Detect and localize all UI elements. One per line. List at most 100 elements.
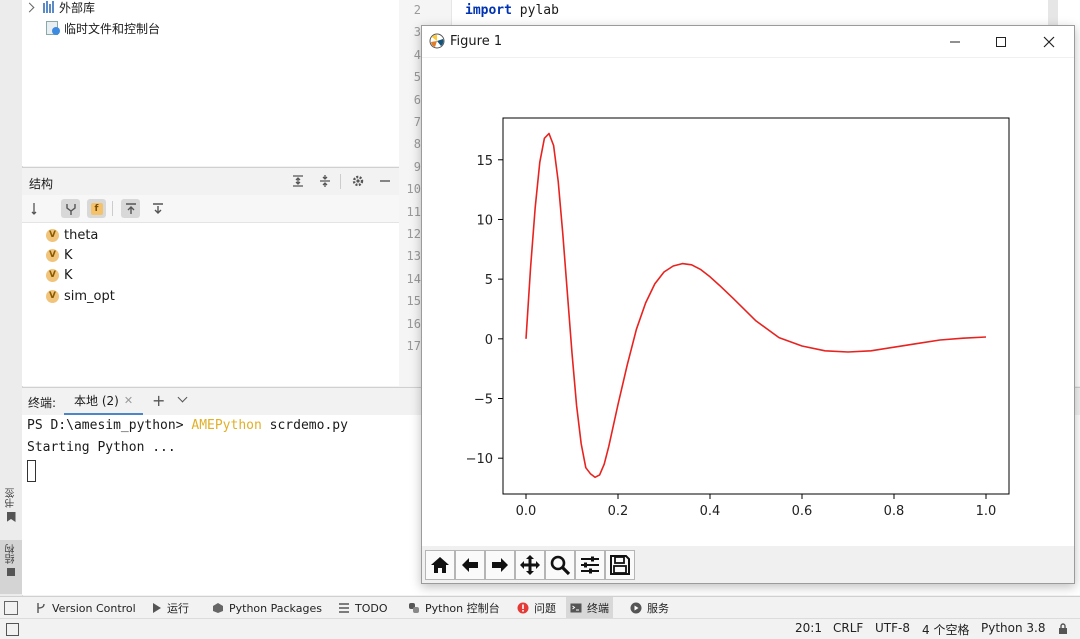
y-tick-label: 10 [476, 213, 493, 228]
structure-item-label: K [64, 267, 73, 283]
y-tick-label: 15 [476, 154, 493, 169]
structure-item-sim-opt[interactable]: V sim_opt [46, 286, 115, 306]
zoom-button[interactable] [545, 550, 575, 580]
axes-frame [502, 117, 1010, 495]
tool-window-label: Python Packages [229, 601, 322, 615]
navigation-toolbar [422, 546, 1074, 583]
toolbar-divider [112, 201, 113, 216]
pan-button[interactable] [515, 550, 545, 580]
add-tab-icon[interactable]: + [152, 391, 165, 410]
autoscroll-from-source-icon[interactable] [148, 199, 167, 218]
toggle-tool-windows-icon[interactable] [4, 601, 18, 615]
tool-window-problems[interactable]: 问题 [513, 597, 560, 619]
terminal-tab-label: 本地 (2) [74, 394, 119, 408]
chevron-down-icon[interactable] [177, 392, 188, 403]
variable-icon: V [46, 268, 59, 282]
show-inherited-icon[interactable] [61, 199, 80, 218]
line-number: 3 [413, 25, 421, 40]
terminal-output: Starting Python ... [27, 440, 176, 455]
minimize-icon[interactable] [378, 174, 392, 188]
line-number: 4 [413, 47, 421, 62]
save-icon [610, 555, 630, 575]
caret-position[interactable]: 20:1 [795, 621, 822, 635]
bookmarks-tab[interactable]: 书签 [0, 488, 22, 522]
structure-item-label: sim_opt [64, 288, 115, 304]
structure-side-tab-label: 结构 [5, 544, 17, 564]
figure-title: Figure 1 [450, 34, 503, 49]
line-number: 14 [406, 271, 421, 286]
lock-icon[interactable] [1057, 623, 1069, 635]
configure-subplots-button[interactable] [575, 550, 605, 580]
line-separator[interactable]: CRLF [833, 621, 863, 635]
arrow-left-icon [462, 558, 478, 572]
code-line[interactable]: import pylab [465, 3, 559, 18]
problems-icon [517, 602, 529, 614]
show-fields-button[interactable]: f [87, 199, 106, 218]
x-tick-label: 0.4 [700, 504, 721, 519]
home-button[interactable] [425, 550, 455, 580]
x-tick-label: 0.8 [884, 504, 905, 519]
tree-item-external-libraries[interactable]: 外部库 [24, 0, 95, 17]
x-tick-label: 0.2 [608, 504, 629, 519]
maximize-icon [996, 37, 1006, 47]
figure-titlebar[interactable]: Figure 1 [422, 26, 1074, 58]
chevron-right-icon[interactable] [24, 2, 35, 12]
terminal-tab-local[interactable]: 本地 (2) ✕ [64, 388, 144, 416]
arrow-right-icon [492, 558, 508, 572]
autoscroll-to-source-icon[interactable] [121, 199, 140, 218]
window-maximize-button[interactable] [978, 26, 1024, 58]
file-encoding[interactable]: UTF-8 [875, 621, 910, 635]
tool-window-label: 终端 [587, 602, 609, 615]
gear-icon[interactable] [351, 174, 365, 188]
variable-icon: V [46, 289, 59, 303]
field-icon: f [90, 202, 103, 215]
forward-button[interactable] [485, 550, 515, 580]
x-tick-label: 1.0 [976, 504, 997, 519]
tool-window-run[interactable]: 运行 [148, 597, 193, 619]
window-close-button[interactable] [1026, 26, 1072, 58]
x-tick-label: 0.6 [792, 504, 813, 519]
layout-icon[interactable] [6, 623, 19, 636]
sliders-icon [581, 556, 599, 574]
status-bar: 20:1 CRLF UTF-8 4 个空格 Python 3.8 [0, 618, 1080, 639]
figure-window[interactable]: Figure 1 0.0 0.2 0.4 0.6 0.8 1.0 −10 −5 0 5 10 15 [421, 25, 1075, 584]
tool-window-python-console[interactable]: Python 控制台 [404, 597, 504, 619]
expand-all-icon[interactable] [291, 174, 305, 188]
terminal-command: AMEPython [191, 418, 262, 433]
scratches-icon [46, 21, 60, 35]
line-number: 17 [406, 339, 421, 353]
sort-alpha-icon[interactable] [28, 199, 47, 218]
structure-toolbar: f [22, 195, 399, 223]
line-number: 12 [406, 227, 421, 241]
back-button[interactable] [455, 550, 485, 580]
structure-item-label: K [64, 247, 73, 263]
library-icon [43, 1, 54, 13]
line-number: 5 [413, 70, 421, 85]
y-tick-label: −5 [474, 393, 493, 408]
tree-item-scratches[interactable]: 临时文件和控制台 [46, 18, 160, 38]
terminal-prompt: PS D:\amesim_python> [27, 418, 192, 433]
version-control-icon [37, 603, 45, 613]
structure-side-tab[interactable]: 结构 [0, 540, 22, 594]
tool-window-python-packages[interactable]: Python Packages [208, 597, 326, 619]
structure-item-k[interactable]: V K [46, 245, 73, 265]
python-console-icon [409, 603, 419, 613]
tool-window-todo[interactable]: TODO [334, 597, 392, 619]
tool-window-label: Version Control [52, 601, 136, 615]
collapse-all-icon[interactable] [318, 174, 332, 188]
save-button[interactable] [605, 550, 635, 580]
structure-title: 结构 [29, 177, 54, 191]
python-interpreter[interactable]: Python 3.8 [981, 621, 1046, 635]
structure-item-theta[interactable]: V theta [46, 225, 98, 245]
indent-setting[interactable]: 4 个空格 [922, 621, 969, 638]
tool-window-terminal[interactable]: 终端 [566, 597, 613, 619]
code-text: pylab [511, 3, 559, 18]
structure-item-k[interactable]: V K [46, 265, 73, 285]
tool-window-version-control[interactable]: Version Control [31, 597, 140, 619]
terminal-icon [570, 603, 582, 613]
tool-window-services[interactable]: 服务 [626, 597, 673, 619]
close-icon[interactable]: ✕ [124, 394, 133, 407]
line-number: 10 [406, 182, 421, 197]
window-minimize-button[interactable] [932, 26, 978, 58]
line-chart[interactable]: 0.0 0.2 0.4 0.6 0.8 1.0 −10 −5 0 5 10 15 [422, 58, 1074, 546]
